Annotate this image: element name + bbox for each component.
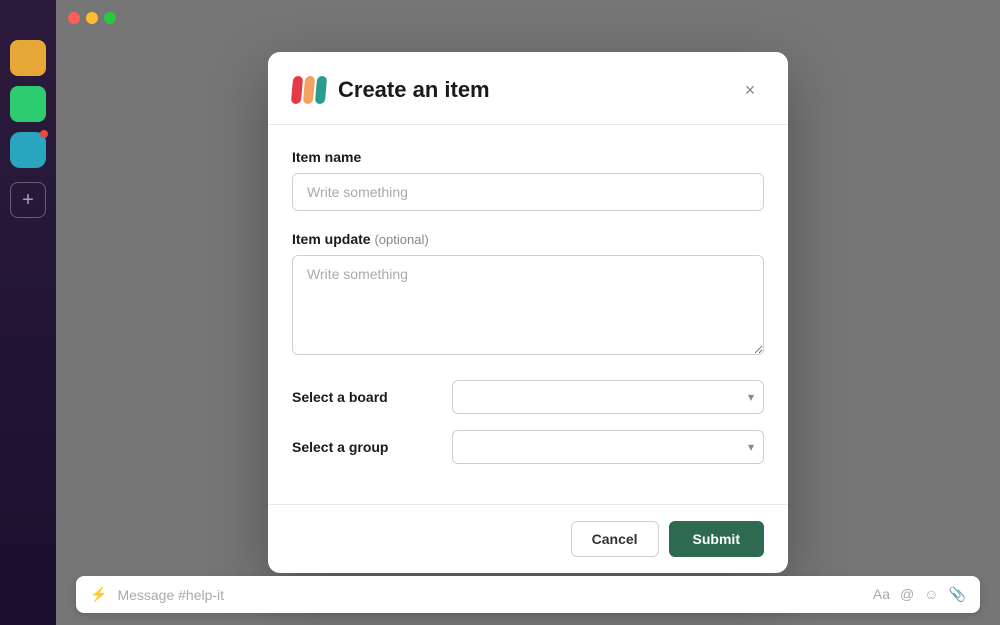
main-area: Create an item × Item name Item update (…: [56, 0, 1000, 625]
traffic-light-red[interactable]: [68, 12, 80, 24]
traffic-lights: [68, 12, 116, 24]
select-group-dropdown[interactable]: [452, 430, 764, 464]
item-update-textarea[interactable]: [292, 255, 764, 355]
notification-dot: [40, 130, 48, 138]
logo-green: [315, 76, 327, 104]
sidebar-icon-orange[interactable]: [10, 40, 46, 76]
item-name-group: Item name: [292, 149, 764, 211]
submit-button[interactable]: Submit: [669, 521, 764, 557]
sidebar-icon-add[interactable]: +: [10, 182, 46, 218]
select-group-wrapper: ▾: [452, 430, 764, 464]
modal-overlay: Create an item × Item name Item update (…: [56, 0, 1000, 625]
select-board-row: Select a board ▾: [292, 380, 764, 414]
item-name-input[interactable]: [292, 173, 764, 211]
modal-footer: Cancel Submit: [268, 504, 788, 573]
select-board-label: Select a board: [292, 389, 452, 405]
logo-yellow: [303, 76, 315, 104]
aa-icon[interactable]: Aa: [873, 586, 890, 603]
select-group-row: Select a group ▾: [292, 430, 764, 464]
modal-body: Item name Item update (optional) Select …: [268, 125, 788, 504]
emoji-icon[interactable]: ☺: [924, 586, 938, 603]
cancel-button[interactable]: Cancel: [571, 521, 659, 557]
modal-close-button[interactable]: ×: [736, 76, 764, 104]
modal-logo: [292, 76, 326, 104]
at-icon[interactable]: @: [900, 586, 914, 603]
sidebar-icon-green[interactable]: [10, 86, 46, 122]
item-update-optional: (optional): [374, 232, 428, 247]
message-actions: Aa @ ☺ 📎: [873, 586, 966, 603]
sidebar-icon-teal[interactable]: [10, 132, 46, 168]
sidebar: +: [0, 0, 56, 625]
lightning-icon: ⚡: [90, 586, 107, 603]
item-update-label: Item update (optional): [292, 231, 764, 247]
traffic-light-yellow[interactable]: [86, 12, 98, 24]
traffic-light-green-btn[interactable]: [104, 12, 116, 24]
item-update-group: Item update (optional): [292, 231, 764, 360]
select-board-wrapper: ▾: [452, 380, 764, 414]
modal-header: Create an item ×: [268, 52, 788, 125]
create-item-modal: Create an item × Item name Item update (…: [268, 52, 788, 573]
attachment-icon[interactable]: 📎: [949, 586, 966, 603]
message-placeholder[interactable]: Message #help-it: [117, 587, 862, 603]
message-bar: ⚡ Message #help-it Aa @ ☺ 📎: [76, 576, 980, 613]
modal-title: Create an item: [338, 77, 724, 103]
logo-red: [291, 76, 303, 104]
select-group-label: Select a group: [292, 439, 452, 455]
item-name-label: Item name: [292, 149, 764, 165]
select-board-dropdown[interactable]: [452, 380, 764, 414]
